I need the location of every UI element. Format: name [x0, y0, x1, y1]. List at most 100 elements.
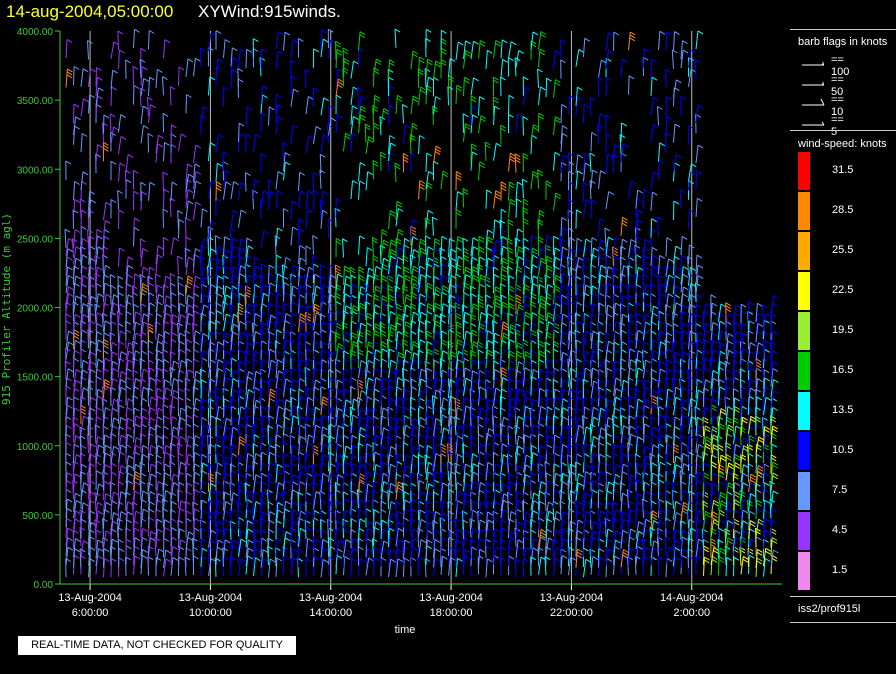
wind-barb-flag — [173, 473, 179, 478]
wind-barb-flag — [456, 321, 462, 326]
wind-barb-flag — [479, 256, 486, 261]
wind-barb-flag — [202, 462, 209, 467]
wind-barb-flag — [285, 378, 292, 383]
wind-barb-flag — [507, 491, 513, 496]
wind-barb-flag — [260, 153, 267, 158]
wind-barb — [388, 210, 391, 229]
wind-barb-flag — [142, 286, 148, 290]
wind-barb-flag — [345, 132, 351, 137]
wind-barb-flag — [480, 311, 487, 316]
wind-barb-flag — [171, 332, 178, 337]
wind-barb-flag — [360, 416, 366, 421]
wind-barb-flag — [66, 74, 73, 79]
wind-barb-flag — [98, 293, 104, 298]
wind-barb-flag — [111, 538, 118, 543]
wind-barb-flag — [322, 209, 328, 214]
wind-barb-flag — [193, 358, 200, 363]
wind-barb-flag — [322, 134, 329, 139]
wind-barb-flag — [480, 501, 486, 506]
wind-barb-flag — [352, 307, 359, 312]
wind-barb-flag — [186, 358, 193, 363]
wind-barb-flag — [472, 114, 478, 119]
wind-barb-flag — [195, 201, 202, 206]
wind-barb-flag — [487, 265, 493, 270]
wind-barb-flag — [425, 217, 431, 222]
wind-barb-flag — [81, 294, 87, 298]
wind-barb-flag — [217, 424, 224, 429]
wind-barb-flag — [352, 444, 359, 449]
wind-barb-flag — [73, 554, 80, 559]
wind-barb — [155, 273, 157, 293]
wind-barb-flag — [441, 471, 447, 475]
wind-barb-flag — [141, 350, 147, 355]
wind-barb-flag — [503, 332, 509, 337]
wind-barb-flag — [202, 386, 208, 390]
wind-barb-flag — [248, 539, 254, 544]
wind-barb-flag — [344, 282, 351, 287]
wind-barb-flag — [223, 445, 230, 450]
wind-barb-flag — [75, 499, 82, 504]
wind-barb-flag — [359, 180, 365, 185]
wind-barb — [417, 472, 419, 492]
wind-barb-flag — [188, 200, 194, 205]
wind-barb-flag — [238, 122, 245, 127]
wind-barb-flag — [225, 472, 231, 477]
wind-barb-flag — [177, 275, 184, 280]
wind-barb-flag — [82, 502, 89, 507]
wind-barb — [305, 209, 309, 229]
wind-barb — [230, 181, 235, 200]
wind-barb-flag — [157, 444, 164, 449]
wind-barb-flag — [109, 113, 116, 118]
wind-barb-flag — [269, 106, 275, 111]
wind-barb-flag — [180, 314, 186, 319]
wind-barb-flag — [458, 296, 465, 301]
wind-barb-flag — [495, 39, 502, 44]
wind-barb-flag — [374, 451, 381, 456]
wind-barb-flag — [80, 407, 86, 412]
wind-barb-flag — [270, 191, 276, 196]
wind-barb — [296, 538, 299, 558]
wind-barb — [118, 49, 120, 69]
wind-barb-flag — [420, 378, 427, 383]
wind-barb-flag — [97, 510, 104, 515]
wind-barb-flag — [508, 472, 515, 477]
wind-barb-flag — [374, 397, 380, 402]
wind-barb-flag — [67, 68, 73, 73]
wind-barb-flag — [104, 558, 110, 562]
wind-barb-flag — [222, 547, 229, 552]
wind-barb-flag — [500, 187, 507, 192]
wind-barb-flag — [277, 50, 284, 55]
wind-barb-flag — [225, 181, 232, 186]
wind-barb-flag — [82, 275, 89, 279]
wind-barb-flag — [366, 315, 373, 320]
wind-barb-flag — [404, 388, 411, 393]
wind-barb-flag — [495, 142, 502, 147]
wind-barb — [169, 86, 172, 106]
wind-barb — [350, 133, 353, 153]
wind-barb-flag — [201, 357, 208, 362]
wind-barb-flag — [367, 350, 373, 355]
wind-barb-flag — [336, 51, 343, 56]
wind-barb-flag — [232, 426, 239, 431]
wind-barb-flag — [404, 237, 410, 242]
wind-barb-flag — [105, 444, 111, 449]
wind-barb-flag — [232, 369, 238, 374]
wind-barb-flag — [239, 360, 246, 365]
wind-barb-flag — [156, 460, 163, 465]
wind-barb-flag — [320, 153, 326, 158]
wind-barb — [268, 106, 270, 126]
wind-barb-flag — [373, 122, 380, 127]
wind-barb-flag — [292, 501, 298, 506]
wind-barb-flag — [148, 292, 155, 297]
wind-barb-flag — [82, 171, 89, 176]
wind-barb-flag — [471, 413, 478, 418]
wind-barb — [73, 229, 76, 248]
wind-barb-flag — [394, 162, 401, 167]
wind-barb-flag — [248, 389, 254, 394]
wind-barb-flag — [120, 135, 127, 140]
wind-barb-flag — [343, 434, 349, 439]
wind-barb-flag — [247, 509, 253, 514]
wind-barb-flag — [427, 282, 433, 287]
wind-barb-flag — [157, 395, 163, 400]
wind-barb — [95, 144, 99, 164]
